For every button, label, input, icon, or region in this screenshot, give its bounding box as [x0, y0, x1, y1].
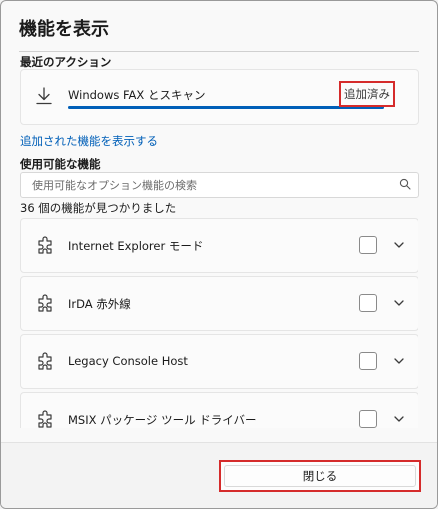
install-progress-fill	[68, 106, 384, 109]
puzzle-icon	[38, 236, 52, 254]
puzzle-icon	[38, 294, 52, 312]
chevron-down-icon[interactable]	[393, 355, 405, 367]
recent-action-card: Windows FAX とスキャン 追加済み	[20, 69, 419, 125]
dialog-title: 機能を表示	[19, 19, 109, 40]
feature-item[interactable]: IrDA 赤外線	[20, 276, 418, 331]
feature-checkbox[interactable]	[359, 236, 377, 254]
search-icon[interactable]	[399, 178, 411, 190]
feature-label: IrDA 赤外線	[68, 297, 131, 311]
download-icon	[36, 87, 52, 105]
feature-label: Legacy Console Host	[68, 354, 188, 368]
puzzle-icon	[38, 352, 52, 370]
feature-item[interactable]: Legacy Console Host	[20, 334, 418, 389]
feature-item[interactable]: Internet Explorer モード	[20, 218, 418, 273]
feature-search-box[interactable]	[20, 172, 419, 198]
feature-item[interactable]: MSIX パッケージ ツール ドライバー	[20, 392, 418, 428]
features-dialog: 機能を表示 最近のアクション Windows FAX とスキャン 追加済み 追加…	[0, 0, 438, 509]
feature-checkbox[interactable]	[359, 410, 377, 428]
chevron-down-icon[interactable]	[393, 413, 405, 425]
show-added-features-link[interactable]: 追加された機能を表示する	[20, 133, 158, 149]
recent-feature-name: Windows FAX とスキャン	[68, 88, 206, 102]
feature-checkbox[interactable]	[359, 294, 377, 312]
available-features-label: 使用可能な機能	[20, 157, 101, 171]
close-button-label: 閉じる	[302, 469, 338, 483]
chevron-down-icon[interactable]	[393, 239, 405, 251]
search-input[interactable]	[30, 176, 394, 195]
feature-checkbox[interactable]	[359, 352, 377, 370]
recent-actions-label: 最近のアクション	[20, 55, 112, 69]
feature-label: Internet Explorer モード	[68, 239, 204, 253]
feature-label: MSIX パッケージ ツール ドライバー	[68, 413, 257, 427]
feature-count: 36 個の機能が見つかりました	[20, 201, 177, 215]
close-button[interactable]: 閉じる	[219, 460, 421, 492]
feature-list[interactable]: Internet Explorer モード IrDA 赤外線 Legacy Co…	[20, 218, 418, 428]
chevron-down-icon[interactable]	[393, 297, 405, 309]
install-progress-bar	[68, 106, 384, 109]
status-badge: 追加済み	[339, 81, 395, 107]
title-divider	[19, 51, 419, 52]
puzzle-icon	[38, 410, 52, 428]
